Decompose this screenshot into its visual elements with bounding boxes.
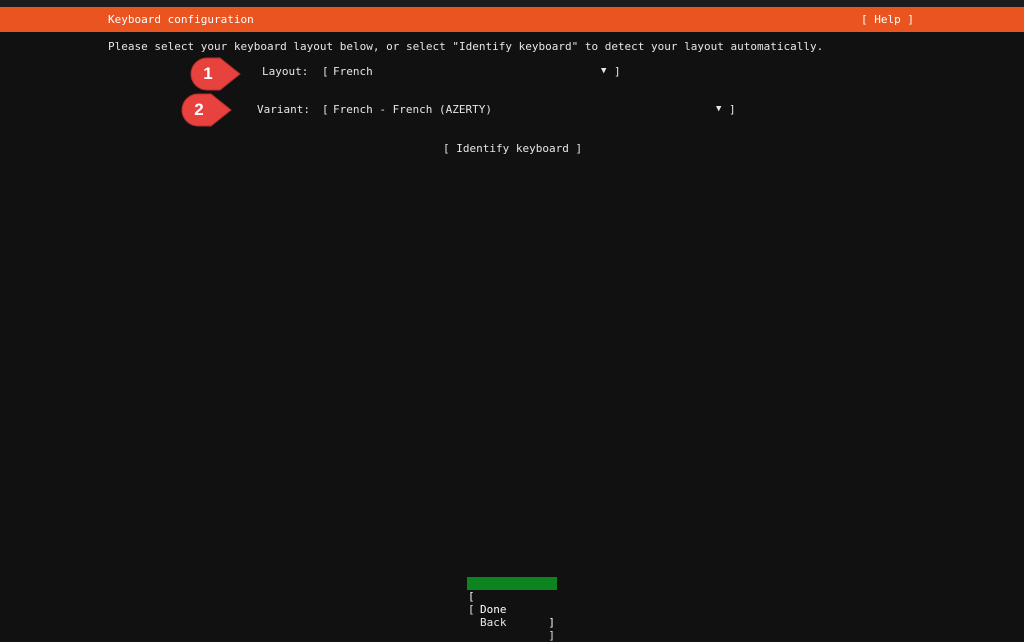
layout-close-bracket: ] <box>614 65 621 78</box>
header-bar: Keyboard configuration [ Help ] <box>0 7 1024 32</box>
top-strip <box>0 0 1024 7</box>
instruction-text: Please select your keyboard layout below… <box>108 40 824 53</box>
back-button[interactable]: [ Back ] <box>467 590 557 642</box>
done-button[interactable]: [ Done ] <box>467 577 557 629</box>
layout-value: French <box>333 65 373 78</box>
help-button[interactable]: [ Help ] <box>861 13 914 26</box>
back-close-bracket: ] <box>548 629 555 642</box>
callout-badge-2: 2 <box>181 93 233 127</box>
done-label: Done <box>480 603 507 616</box>
variant-close-bracket: ] <box>729 103 736 116</box>
callout-number: 1 <box>203 64 213 83</box>
page-title: Keyboard configuration <box>108 13 254 26</box>
layout-select[interactable]: [ French ▼ ] <box>322 65 622 81</box>
callout-number: 2 <box>194 100 204 119</box>
back-label: Back <box>480 616 507 629</box>
back-open-bracket: [ <box>468 603 475 616</box>
variant-open-bracket: [ <box>322 103 329 116</box>
callout-badge-1: 1 <box>190 57 242 91</box>
variant-value: French - French (AZERTY) <box>333 103 492 116</box>
identify-keyboard-button[interactable]: [ Identify keyboard ] <box>443 142 582 155</box>
layout-label: Layout: <box>262 65 309 78</box>
dropdown-arrow-icon: ▼ <box>601 66 607 76</box>
variant-label: Variant: <box>257 103 310 116</box>
layout-open-bracket: [ <box>322 65 329 78</box>
variant-select[interactable]: [ French - French (AZERTY) ▼ ] <box>322 103 737 119</box>
dropdown-arrow-icon: ▼ <box>716 104 722 114</box>
done-close-bracket: ] <box>548 616 555 629</box>
